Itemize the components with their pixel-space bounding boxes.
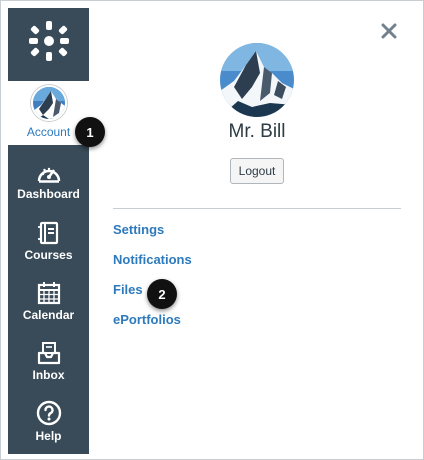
nav-item-label: Calendar xyxy=(22,307,75,322)
user-name: Mr. Bill xyxy=(228,121,286,142)
nav-item-courses[interactable]: Courses xyxy=(8,211,89,271)
avatar xyxy=(30,85,67,121)
files-link[interactable]: Files xyxy=(113,282,143,297)
nav-item-dashboard[interactable]: Dashboard xyxy=(8,151,89,211)
logout-button[interactable]: Logout xyxy=(230,158,284,184)
callout-badge: 1 xyxy=(75,117,105,147)
divider xyxy=(113,208,401,209)
courses-book-icon xyxy=(37,221,58,244)
settings-link[interactable]: Settings xyxy=(113,222,164,237)
nav-item-help[interactable]: Help xyxy=(8,391,89,451)
dashboard-gauge-icon xyxy=(37,167,60,183)
nav-item-label: Help xyxy=(35,428,62,443)
help-question-icon xyxy=(36,400,61,425)
close-icon[interactable] xyxy=(378,20,400,42)
account-tray-screen: Account Dashboard Courses Calendar Inbox… xyxy=(0,0,424,460)
nav-item-calendar[interactable]: Calendar xyxy=(8,271,89,331)
callout-badge: 2 xyxy=(147,279,177,309)
global-navigation: Account Dashboard Courses Calendar Inbox… xyxy=(8,8,89,454)
nav-item-label: Dashboard xyxy=(17,186,80,201)
eportfolios-link[interactable]: ePortfolios xyxy=(113,312,181,327)
calendar-icon xyxy=(37,281,60,304)
nav-item-label: Courses xyxy=(24,247,73,262)
canvas-logo-icon[interactable] xyxy=(8,8,89,74)
notifications-link[interactable]: Notifications xyxy=(113,252,192,267)
user-avatar xyxy=(220,43,294,117)
inbox-tray-icon xyxy=(37,341,60,364)
nav-item-label: Inbox xyxy=(32,367,65,382)
nav-item-inbox[interactable]: Inbox xyxy=(8,331,89,391)
nav-account-label: Account xyxy=(26,125,71,139)
